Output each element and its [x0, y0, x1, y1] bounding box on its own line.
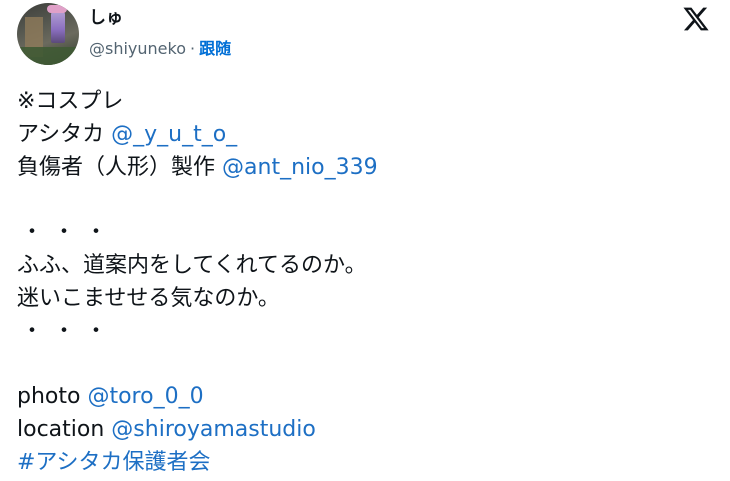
- tweet-line: 迷いこませせる気なのか。: [17, 283, 717, 316]
- separator-dot: ·: [190, 38, 196, 58]
- tweet-line: ・・・: [17, 316, 717, 349]
- tweet-text-segment: 迷いこませせる気なのか。: [17, 285, 280, 311]
- follow-button[interactable]: 跟随: [199, 38, 231, 60]
- tweet-line: #アシタカ保護者会: [17, 447, 717, 480]
- tweet-text-segment: アシタカ: [17, 121, 105, 147]
- tweet-line: 負傷者（人形）製作 @ant_nio_339: [17, 152, 717, 185]
- avatar-accent-shape: [47, 5, 67, 13]
- mention-link[interactable]: @ant_nio_339: [222, 155, 378, 180]
- tweet-text-segment: 負傷者（人形）製作: [17, 154, 216, 180]
- tweet-header: しゅ @shiyuneko · 跟随: [17, 1, 231, 67]
- tweet-text: ※コスプレ アシタカ @_y_u_t_o_ 負傷者（人形）製作 @ant_nio…: [17, 86, 717, 480]
- hashtag-link[interactable]: #アシタカ保護者会: [17, 450, 211, 475]
- tweet-card: しゅ @shiyuneko · 跟随 ※コスプレ アシタカ @_y_u_t_o_…: [0, 0, 730, 481]
- handle-row: @shiyuneko · 跟随: [89, 38, 231, 60]
- avatar-figure-shape: [51, 9, 65, 43]
- mention-link[interactable]: @toro_0_0: [87, 384, 203, 409]
- author-info: しゅ @shiyuneko · 跟随: [89, 3, 231, 65]
- tweet-line: ・・・: [17, 217, 717, 250]
- tweet-dots: ・・・: [21, 318, 118, 344]
- tweet-text-segment: ふふ、道案内をしてくれてるのか。: [17, 252, 367, 278]
- tweet-line: location @shiroyamastudio: [17, 414, 717, 447]
- tweet-dots: ・・・: [21, 220, 118, 246]
- tweet-line: ※コスプレ: [17, 86, 717, 119]
- tweet-text-segment: photo: [17, 384, 81, 410]
- avatar-foliage-shape: [17, 47, 79, 65]
- tweet-line: photo @toro_0_0: [17, 381, 717, 414]
- mention-link[interactable]: @_y_u_t_o_: [111, 122, 237, 147]
- author-display-name[interactable]: しゅ: [89, 7, 231, 29]
- x-logo-icon[interactable]: [681, 5, 711, 33]
- tweet-line: アシタカ @_y_u_t_o_: [17, 119, 717, 152]
- tweet-text-segment: ※コスプレ: [17, 89, 124, 114]
- tweet-line: ふふ、道案内をしてくれてるのか。: [17, 250, 717, 283]
- tweet-text-segment: location: [17, 416, 105, 442]
- mention-link[interactable]: @shiroyamastudio: [111, 417, 316, 442]
- author-handle[interactable]: @shiyuneko: [89, 38, 186, 60]
- avatar[interactable]: [17, 3, 79, 65]
